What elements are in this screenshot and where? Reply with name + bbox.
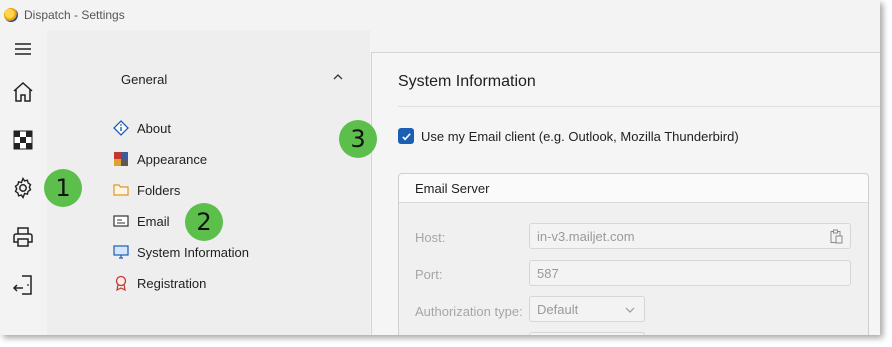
use-email-client-checkbox[interactable] <box>398 128 414 144</box>
port-field[interactable]: 587 <box>529 260 851 286</box>
settings-nav-panel: General About Appearance Folders Email S… <box>47 30 370 335</box>
checkmark-icon <box>401 132 411 140</box>
content-panel: System Information Use my Email client (… <box>371 52 880 335</box>
nav-item-about[interactable]: About <box>113 115 171 141</box>
icon-rail <box>0 30 47 335</box>
nav-item-appearance[interactable]: Appearance <box>113 146 207 172</box>
palette-grid-icon <box>113 151 129 167</box>
app-logo-icon <box>4 8 18 22</box>
email-server-group: Email Server Host: in-v3.mailjet.com Por… <box>398 173 869 335</box>
host-field[interactable]: in-v3.mailjet.com <box>529 223 851 249</box>
checkerboard-icon[interactable] <box>6 123 40 157</box>
callout-marker-2: 2 <box>185 203 223 241</box>
email-server-header: Email Server <box>399 174 868 203</box>
exit-door-icon[interactable] <box>6 268 40 302</box>
window-title: Dispatch - Settings <box>24 8 125 22</box>
info-diamond-icon <box>113 120 129 136</box>
printer-icon[interactable] <box>6 220 40 254</box>
nav-item-registration[interactable]: Registration <box>113 270 206 296</box>
callout-marker-1: 1 <box>44 169 82 207</box>
host-value: in-v3.mailjet.com <box>537 228 635 244</box>
chevron-up-icon[interactable] <box>331 70 345 84</box>
nav-group-header[interactable]: General <box>121 72 167 87</box>
authorization-type-value: Default <box>537 301 579 317</box>
use-email-client-label: Use my Email client (e.g. Outlook, Mozil… <box>421 128 739 144</box>
authorization-type-select[interactable]: Default <box>529 296 645 322</box>
nav-item-email[interactable]: Email <box>113 208 170 234</box>
monitor-icon <box>113 244 129 260</box>
home-icon[interactable] <box>6 75 40 109</box>
nav-item-label: System Information <box>137 244 249 260</box>
clipboard-paste-icon[interactable] <box>829 229 844 244</box>
additional-field[interactable] <box>529 332 645 335</box>
nav-item-label: About <box>137 120 171 136</box>
nav-item-system-information[interactable]: System Information <box>113 239 249 265</box>
nav-item-label: Registration <box>137 275 207 291</box>
page-title: System Information <box>398 73 536 90</box>
port-label: Port: <box>415 267 443 282</box>
nav-item-folders[interactable]: Folders <box>113 177 180 203</box>
host-label: Host: <box>415 230 446 245</box>
port-value: 587 <box>537 265 559 281</box>
chevron-down-icon <box>624 304 636 316</box>
authorization-type-label: Authorization type: <box>415 304 523 319</box>
use-email-client-option[interactable]: Use my Email client (e.g. Outlook, Mozil… <box>398 128 739 144</box>
settings-window: Dispatch - Settings General About Appear… <box>0 0 880 335</box>
email-card-icon <box>113 213 129 229</box>
menu-icon[interactable] <box>6 32 40 66</box>
gear-icon[interactable] <box>6 171 40 205</box>
title-divider <box>398 106 880 107</box>
nav-item-label: Email <box>137 213 170 229</box>
folder-icon <box>113 182 129 198</box>
title-bar: Dispatch - Settings <box>0 0 880 30</box>
callout-marker-3: 3 <box>339 120 377 158</box>
ribbon-icon <box>113 275 129 291</box>
nav-item-label: Folders <box>137 182 181 198</box>
nav-item-label: Appearance <box>137 151 208 167</box>
